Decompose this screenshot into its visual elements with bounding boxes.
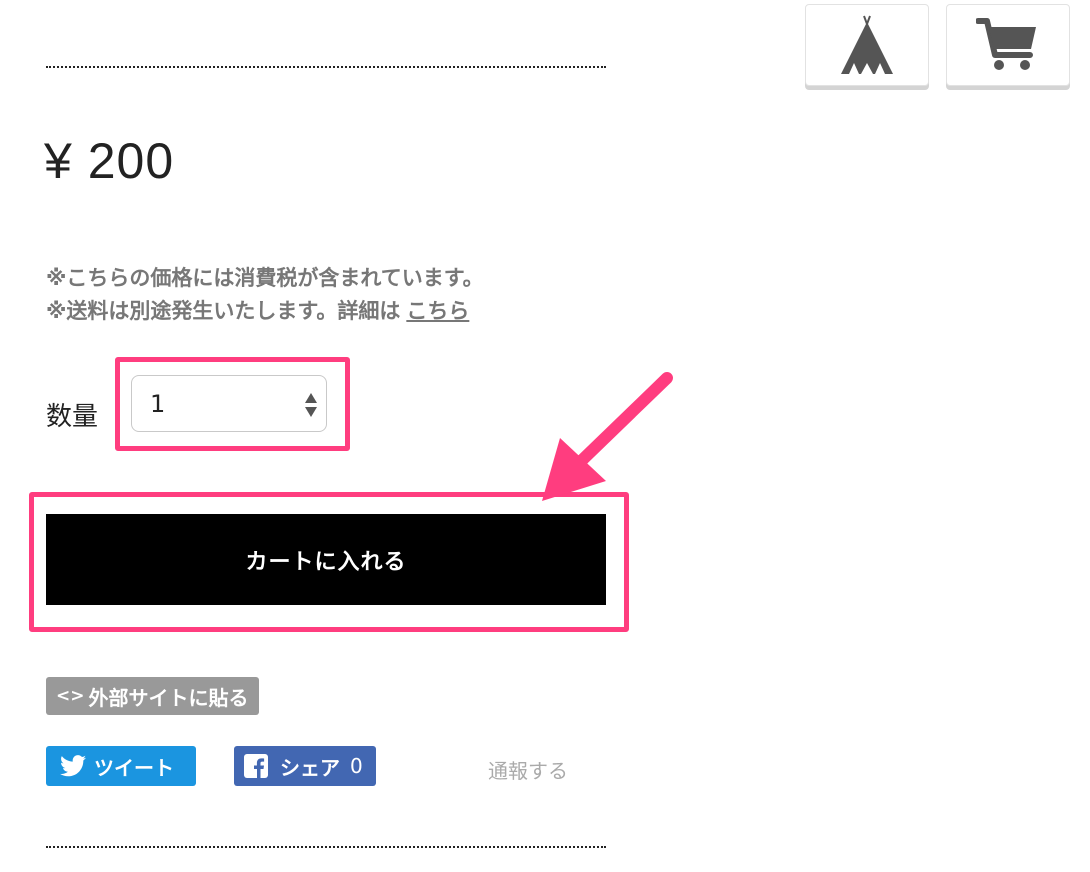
facebook-share-button[interactable]: シェア 0 bbox=[234, 746, 376, 786]
code-icon: <> bbox=[56, 686, 85, 706]
divider-top bbox=[46, 66, 606, 68]
tax-note: ※こちらの価格には消費税が含まれています。 bbox=[46, 266, 484, 290]
report-link[interactable]: 通報する bbox=[488, 755, 568, 784]
embed-external-site-button[interactable]: <> 外部サイトに貼る bbox=[46, 677, 259, 715]
tent-icon bbox=[841, 15, 893, 74]
share-count: 0 bbox=[350, 754, 363, 778]
cart-button-top[interactable] bbox=[946, 4, 1070, 86]
share-label: シェア bbox=[280, 755, 340, 780]
tweet-button[interactable]: ツイート bbox=[46, 746, 196, 786]
tweet-label: ツイート bbox=[94, 755, 174, 780]
shipping-details-link[interactable]: こちら bbox=[406, 299, 469, 323]
twitter-bird-icon bbox=[60, 755, 86, 777]
pointer-arrow bbox=[542, 372, 673, 501]
embed-label: 外部サイトに貼る bbox=[88, 685, 249, 710]
divider-bottom bbox=[46, 846, 606, 848]
shipping-note-text: ※送料は別途発生いたします。詳細は bbox=[46, 299, 401, 323]
cart-highlight-box bbox=[29, 492, 629, 632]
cart-icon bbox=[976, 18, 1036, 70]
quantity-highlight-box bbox=[115, 357, 350, 451]
quantity-label: 数量 bbox=[46, 402, 99, 432]
shop-home-button[interactable] bbox=[805, 4, 929, 86]
product-price: ¥ 200 bbox=[44, 133, 175, 189]
shipping-note: ※送料は別途発生いたします。詳細は こちら bbox=[46, 295, 469, 325]
facebook-icon bbox=[244, 754, 268, 778]
